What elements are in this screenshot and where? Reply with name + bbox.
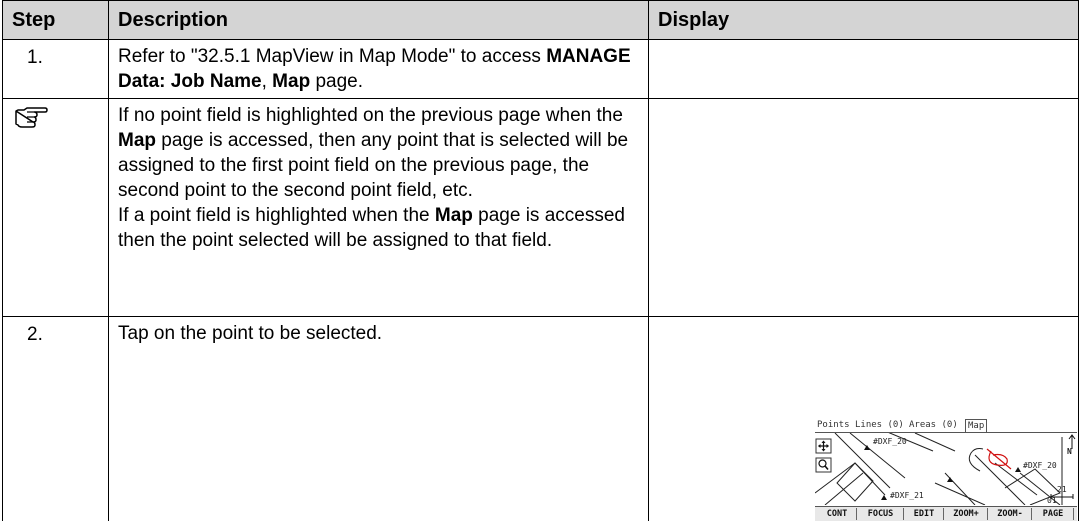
step-description: Refer to "32.5.1 MapView in Map Mode" to… (109, 40, 648, 98)
softkey-zoom-out[interactable]: ZOOM- (989, 508, 1032, 520)
step-number: 2. (27, 324, 43, 345)
description-cell: If no point field is highlighted on the … (108, 98, 649, 317)
north-label: N (1067, 447, 1072, 456)
desc-text: Refer to "32.5.1 MapView in Map Mode" to… (118, 46, 547, 67)
description-cell: Tap on the point to be selected. (108, 316, 649, 521)
note-p1: If no point field is highlighted on the … (118, 105, 623, 126)
status-indicator: 01 (1047, 496, 1057, 505)
zoom-icon[interactable] (815, 457, 832, 473)
description-cell: Refer to "32.5.1 MapView in Map Mode" to… (108, 39, 649, 99)
table-row: 1. Refer to "32.5.1 MapView in Map Mode"… (2, 39, 1079, 99)
step-number: 1. (27, 47, 43, 68)
display-cell (648, 39, 1079, 99)
softkey-focus[interactable]: FOCUS (858, 508, 904, 520)
point-label: #DXF_21 (890, 491, 924, 500)
note-p1-bold: Map (118, 130, 156, 151)
device-tab-lines[interactable]: Lines (0) (855, 419, 904, 431)
point-label: #DXF_20 (1023, 461, 1057, 470)
header-display: Display (648, 0, 1079, 40)
device-map-area[interactable]: #DXF_20 #DXF_20 #DXF_21 N 21 (815, 430, 1077, 506)
desc-text-end: page. (310, 71, 363, 92)
step-cell: 1. (2, 39, 109, 99)
device-tab-points[interactable]: Points (817, 419, 850, 431)
pointing-hand-icon (15, 107, 48, 128)
point-label: #DXF_20 (873, 437, 907, 446)
display-cell (648, 98, 1079, 317)
note-p1-end: page is accessed, then any point that is… (118, 130, 629, 201)
step-description: Tap on the point to be selected. (118, 323, 383, 344)
softkey-page[interactable]: PAGE (1033, 508, 1074, 520)
header-description: Description (108, 0, 649, 40)
device-tab-areas[interactable]: Areas (0) (909, 419, 958, 431)
softkey-cont[interactable]: CONT (818, 508, 857, 520)
device-tab-bar: Points Lines (0) Areas (0) Map (815, 419, 1077, 433)
note-text: If no point field is highlighted on the … (109, 99, 648, 257)
header-row: Step Description Display (2, 0, 1079, 40)
step-cell: 2. (2, 316, 109, 521)
desc-separator: , (261, 71, 273, 92)
scale-value: 21 (1057, 485, 1067, 494)
step-cell (2, 98, 109, 317)
device-tab-map[interactable]: Map (965, 419, 988, 432)
header-step: Step (2, 0, 109, 40)
table-row: If no point field is highlighted on the … (2, 98, 1079, 317)
note-p2: If a point field is highlighted when the (118, 205, 435, 226)
device-softkey-bar: CONT FOCUS EDIT ZOOM+ ZOOM- PAGE (815, 506, 1077, 521)
pan-icon[interactable] (815, 438, 832, 454)
note-p2-bold: Map (434, 205, 473, 226)
desc-bold-page-name: Map (272, 71, 311, 92)
softkey-zoom-in[interactable]: ZOOM+ (945, 508, 988, 520)
softkey-edit[interactable]: EDIT (905, 508, 944, 520)
device-map-screenshot: Points Lines (0) Areas (0) Map #DXF_20 #… (815, 419, 1077, 521)
